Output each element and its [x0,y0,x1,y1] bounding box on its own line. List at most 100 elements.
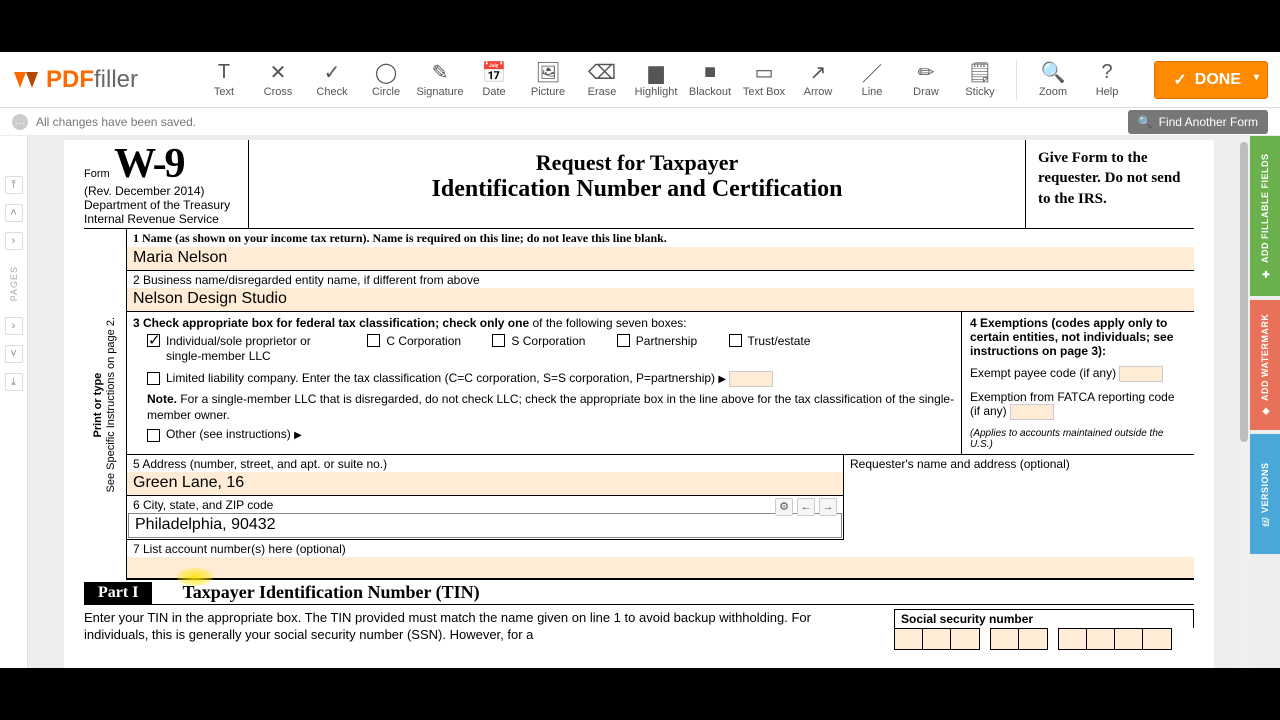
page-up-button[interactable]: ˄ [5,204,23,222]
line2-label: 2 Business name/disregarded entity name,… [127,271,1194,288]
pages-label: PAGES [9,266,19,301]
calendar-icon: 📅 [482,62,507,84]
blackout-icon: ■ [704,62,716,84]
text-icon: T [218,62,230,84]
logo-filler: filler [94,66,138,94]
tool-picture[interactable]: 🖼Picture [522,56,574,104]
fatca-label: Exemption from FATCA reporting code (if … [970,390,1186,420]
highlight-icon: ▆ [648,62,663,84]
line1-label: 1 Name (as shown on your income tax retu… [127,229,1194,247]
page-down-button[interactable]: ˅ [5,345,23,363]
tin-instructions: Enter your TIN in the appropriate box. T… [84,609,894,650]
checkbox-individual[interactable] [147,334,160,347]
tool-signature[interactable]: ✎Signature [414,56,466,104]
requester-input[interactable] [844,473,1194,537]
name-input[interactable]: Maria Nelson [127,247,1194,270]
tab-versions[interactable]: ⎘VERSIONS [1250,434,1280,554]
tool-textbox[interactable]: ▭Text Box [738,56,790,104]
ssn-label: Social security number [894,609,1194,628]
field-settings-button[interactable]: ⚙ [775,498,793,516]
line7-label: 7 List account number(s) here (optional) [127,540,1194,557]
field-prev-button[interactable]: ← [797,498,815,516]
tool-erase[interactable]: ⌫Erase [576,56,628,104]
applies-note: (Applies to accounts maintained outside … [970,428,1186,450]
page: Form W-9 (Rev. December 2014) Department… [64,140,1214,668]
checkbox-scorp[interactable] [492,334,505,347]
logo-pdf: PDF [46,66,94,94]
picture-icon: 🖼 [535,62,560,84]
checkbox-llc[interactable] [147,372,160,385]
form-label: Form [84,168,110,180]
checkbox-other[interactable] [147,429,160,442]
find-form-button[interactable]: 🔍Find Another Form [1128,110,1268,134]
line5-label: 5 Address (number, street, and apt. or s… [127,455,843,472]
account-numbers-input[interactable] [127,557,1194,579]
page-last-button[interactable]: ⤓ [5,373,23,391]
left-rail: ⤒ ˄ › PAGES › ˅ ⤓ [0,136,28,668]
tool-cross[interactable]: ✕Cross [252,56,304,104]
checkbox-trust[interactable] [729,334,742,347]
line6-label: 6 City, state, and ZIP code [127,496,843,513]
logo-icon [12,68,40,92]
tool-text[interactable]: TText [198,56,250,104]
dept-2: Internal Revenue Service [84,212,242,226]
tool-sticky[interactable]: 🗒Sticky [954,56,1006,104]
part1-badge: Part I [84,582,152,604]
field-next-button[interactable]: → [819,498,837,516]
line3-label: 3 Check appropriate box for federal tax … [133,316,955,330]
form-revision: (Rev. December 2014) [84,184,242,198]
box4-label: 4 Exemptions (codes apply only to certai… [970,316,1186,358]
help-icon: ? [1101,62,1112,84]
erase-icon: ⌫ [588,62,616,84]
llc-class-input[interactable] [729,371,773,387]
document-canvas[interactable]: Form W-9 (Rev. December 2014) Department… [28,136,1250,668]
search-icon: 🔍 [1138,115,1153,129]
tool-draw[interactable]: ✏Draw [900,56,952,104]
status-bar: … All changes have been saved. 🔍Find Ano… [0,108,1280,136]
line-icon: ／ [862,62,882,84]
circle-icon: ◯ [375,62,397,84]
requester-label: Requester's name and address (optional) [844,455,1194,473]
tool-circle[interactable]: ◯Circle [360,56,412,104]
checkbox-partnership[interactable] [617,334,630,347]
logo: PDFfiller [12,66,138,94]
check-icon: ✓ [324,62,341,84]
tool-highlight[interactable]: ▆Highlight [630,56,682,104]
dept-1: Department of the Treasury [84,198,242,212]
exempt-payee-input[interactable] [1119,366,1163,382]
tool-date[interactable]: 📅Date [468,56,520,104]
textbox-icon: ▭ [755,62,774,84]
side-instructions: Print or typeSee Specific Instructions o… [92,317,118,493]
signature-icon: ✎ [432,62,449,84]
draw-icon: ✏ [918,62,935,84]
done-button[interactable]: ✓DONE [1154,61,1268,99]
form-title-2: Identification Number and Certification [269,176,1005,203]
business-name-input[interactable]: Nelson Design Studio [127,288,1194,311]
arrow-icon: ↗ [810,62,827,84]
city-state-zip-input[interactable]: Philadelphia, 90432 [129,514,841,537]
checkbox-ccorp[interactable] [367,334,380,347]
tab-fillable-fields[interactable]: ✚ADD FILLABLE FIELDS [1250,136,1280,296]
status-text: All changes have been saved. [36,115,196,129]
tool-arrow[interactable]: ↗Arrow [792,56,844,104]
page-next-button[interactable]: › [5,232,23,250]
page-prev-button[interactable]: › [5,317,23,335]
tool-help[interactable]: ?Help [1081,56,1133,104]
ssn-input[interactable] [894,628,1194,650]
address-input[interactable]: Green Lane, 16 [127,472,843,495]
give-form-note: Give Form to the requester. Do not send … [1026,140,1194,228]
page-first-button[interactable]: ⤒ [5,176,23,194]
tool-check[interactable]: ✓Check [306,56,358,104]
zoom-icon: 🔍 [1041,62,1066,84]
tool-zoom[interactable]: 🔍Zoom [1027,56,1079,104]
tool-line[interactable]: ／Line [846,56,898,104]
tab-watermark[interactable]: ◈ADD WATERMARK [1250,300,1280,430]
vertical-scrollbar[interactable] [1238,136,1250,668]
llc-note: Note. For a single-member LLC that is di… [147,391,955,423]
toolbar: PDFfiller TText ✕Cross ✓Check ◯Circle ✎S… [0,52,1280,108]
cross-icon: ✕ [270,62,287,84]
check-icon: ✓ [1173,70,1186,90]
exempt-payee-label: Exempt payee code (if any) [970,366,1186,382]
fatca-input[interactable] [1010,404,1054,420]
tool-blackout[interactable]: ■Blackout [684,56,736,104]
